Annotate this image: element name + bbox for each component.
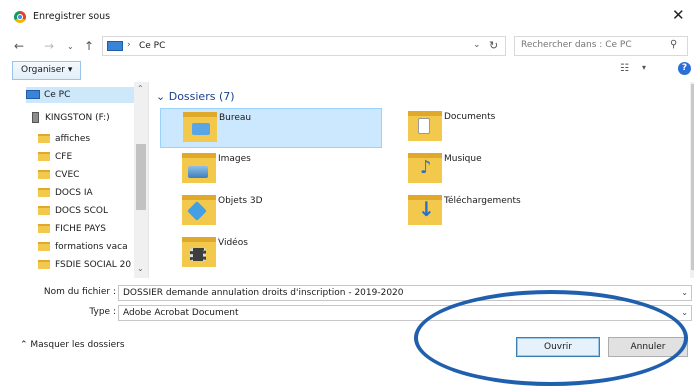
back-icon[interactable]: ←: [14, 39, 24, 53]
pc-icon: [107, 41, 123, 51]
help-icon[interactable]: ?: [678, 62, 691, 75]
folder-label: Documents: [444, 112, 496, 122]
type-select[interactable]: Adobe Acrobat Document ⌄: [118, 305, 692, 321]
filename-label: Nom du fichier :: [43, 287, 116, 297]
pc-icon: [26, 90, 40, 99]
folder-tile-videos[interactable]: Vidéos: [160, 234, 382, 274]
type-value: Adobe Acrobat Document: [123, 308, 239, 318]
breadcrumb-separator-icon[interactable]: ›: [127, 40, 131, 50]
group-header[interactable]: ⌄ Dossiers (7): [156, 90, 235, 103]
folder-tile-telechargements[interactable]: ↓ Téléchargements: [386, 192, 608, 232]
chevron-down-icon: ▾: [67, 65, 73, 75]
sidebar-item-label: CVEC: [55, 170, 80, 180]
filename-input[interactable]: DOSSIER demande annulation droits d'insc…: [118, 285, 692, 301]
3d-objects-folder-icon: [182, 195, 216, 225]
folder-label: Téléchargements: [444, 196, 521, 206]
folder-label: Images: [218, 154, 251, 164]
sidebar-item-cfe[interactable]: CFE: [38, 149, 72, 165]
search-box[interactable]: ⚲: [514, 36, 688, 56]
videos-folder-icon: [182, 237, 216, 267]
organize-label: Organiser: [21, 65, 65, 75]
folder-icon: [38, 170, 50, 179]
search-icon[interactable]: ⚲: [670, 39, 677, 50]
cancel-button[interactable]: Annuler: [608, 337, 688, 357]
toolbar: Organiser ▾ ☷ ▾ ?: [8, 60, 692, 82]
type-label: Type :: [89, 307, 116, 317]
navigation-pane: Ce PC KINGSTON (F:) affiches CFE CVEC DO…: [8, 82, 149, 278]
recent-locations-chevron-icon[interactable]: ⌄: [67, 42, 74, 51]
folder-icon: [38, 260, 50, 269]
breadcrumb[interactable]: Ce PC: [139, 41, 165, 51]
sidebar-item-kingston[interactable]: KINGSTON (F:): [32, 110, 110, 126]
forward-icon[interactable]: →: [44, 39, 54, 53]
sidebar-item-label: DOCS SCOL: [55, 206, 108, 216]
downloads-folder-icon: ↓: [408, 195, 442, 225]
organize-button[interactable]: Organiser ▾: [12, 61, 82, 80]
folder-tile-musique[interactable]: ♪ Musique: [386, 150, 608, 190]
scrollbar-thumb[interactable]: [136, 144, 146, 210]
sidebar-item-label: FSDIE SOCIAL 20: [55, 260, 132, 270]
chevron-down-icon[interactable]: ⌄: [681, 306, 688, 320]
sidebar-item-label: formations vaca: [55, 242, 128, 252]
up-arrow-icon[interactable]: ↑: [84, 39, 94, 53]
folder-icon: [38, 152, 50, 161]
open-button[interactable]: Ouvrir: [516, 337, 600, 357]
sidebar-item-cvec[interactable]: CVEC: [38, 167, 79, 183]
address-bar[interactable]: › Ce PC ⌄ ↻: [102, 36, 506, 56]
chrome-logo-icon: [14, 11, 26, 23]
refresh-icon[interactable]: ↻: [489, 39, 498, 52]
sidebar-item-label: affiches: [55, 134, 91, 144]
search-input[interactable]: [521, 40, 661, 50]
sidebar-item-docs-ia[interactable]: DOCS IA: [38, 185, 93, 201]
sidebar-scrollbar[interactable]: ⌃ ⌄: [134, 82, 148, 278]
desktop-folder-icon: [183, 112, 217, 142]
address-dropdown-icon[interactable]: ⌄: [473, 40, 481, 50]
sidebar-item-affiches[interactable]: affiches: [38, 131, 90, 147]
sidebar-item-label: DOCS IA: [55, 188, 93, 198]
window-title: Enregistrer sous: [33, 11, 111, 22]
sidebar-item-docs-scol[interactable]: DOCS SCOL: [38, 203, 108, 219]
sidebar-item-formations[interactable]: formations vaca: [38, 239, 134, 255]
documents-folder-icon: [408, 111, 442, 141]
folder-icon: [38, 224, 50, 233]
view-options-icon[interactable]: ☷: [620, 63, 629, 74]
chevron-up-icon: ⌃: [20, 340, 31, 350]
usb-drive-icon: [32, 112, 39, 123]
sidebar-item-label: Ce PC: [44, 90, 71, 100]
images-folder-icon: [182, 153, 216, 183]
sidebar-item-fsdie[interactable]: FSDIE SOCIAL 20: [38, 257, 134, 273]
sidebar-item-label: FICHE PAYS: [55, 224, 106, 234]
title-bar: Enregistrer sous ✕: [0, 0, 694, 32]
folder-icon: [38, 206, 50, 215]
folder-label: Objets 3D: [218, 196, 263, 206]
folder-label: Vidéos: [218, 238, 248, 248]
content-scrollbar[interactable]: [690, 82, 694, 278]
filename-value: DOSSIER demande annulation droits d'insc…: [123, 288, 404, 298]
folder-tile-documents[interactable]: Documents: [386, 108, 608, 148]
folder-icon: [38, 242, 50, 251]
folder-label: Bureau: [219, 113, 252, 123]
scroll-up-icon[interactable]: ⌃: [137, 84, 144, 93]
close-icon[interactable]: ✕: [672, 6, 685, 24]
scroll-down-icon[interactable]: ⌄: [137, 264, 144, 273]
view-dropdown-icon[interactable]: ▾: [642, 63, 646, 72]
hide-folders-button[interactable]: ⌃ Masquer les dossiers: [20, 340, 125, 350]
chevron-down-icon: ⌄: [156, 90, 169, 103]
group-title: Dossiers (7): [168, 90, 235, 103]
folder-icon: [38, 134, 50, 143]
folder-tile-bureau[interactable]: Bureau: [160, 108, 382, 148]
music-folder-icon: ♪: [408, 153, 442, 183]
folder-icon: [38, 188, 50, 197]
sidebar-item-label: KINGSTON (F:): [45, 113, 110, 123]
chevron-down-icon[interactable]: ⌄: [681, 286, 688, 300]
hide-folders-label: Masquer les dossiers: [30, 340, 125, 350]
sidebar-item-ce-pc[interactable]: Ce PC: [26, 87, 134, 103]
content-pane: ⌄ Dossiers (7) Bureau Documents Images ♪…: [150, 82, 694, 278]
folder-tile-images[interactable]: Images: [160, 150, 382, 190]
folder-label: Musique: [444, 154, 482, 164]
folder-tile-objets-3d[interactable]: Objets 3D: [160, 192, 382, 232]
sidebar-item-fiche-pays[interactable]: FICHE PAYS: [38, 221, 106, 237]
sidebar-item-label: CFE: [55, 152, 73, 162]
